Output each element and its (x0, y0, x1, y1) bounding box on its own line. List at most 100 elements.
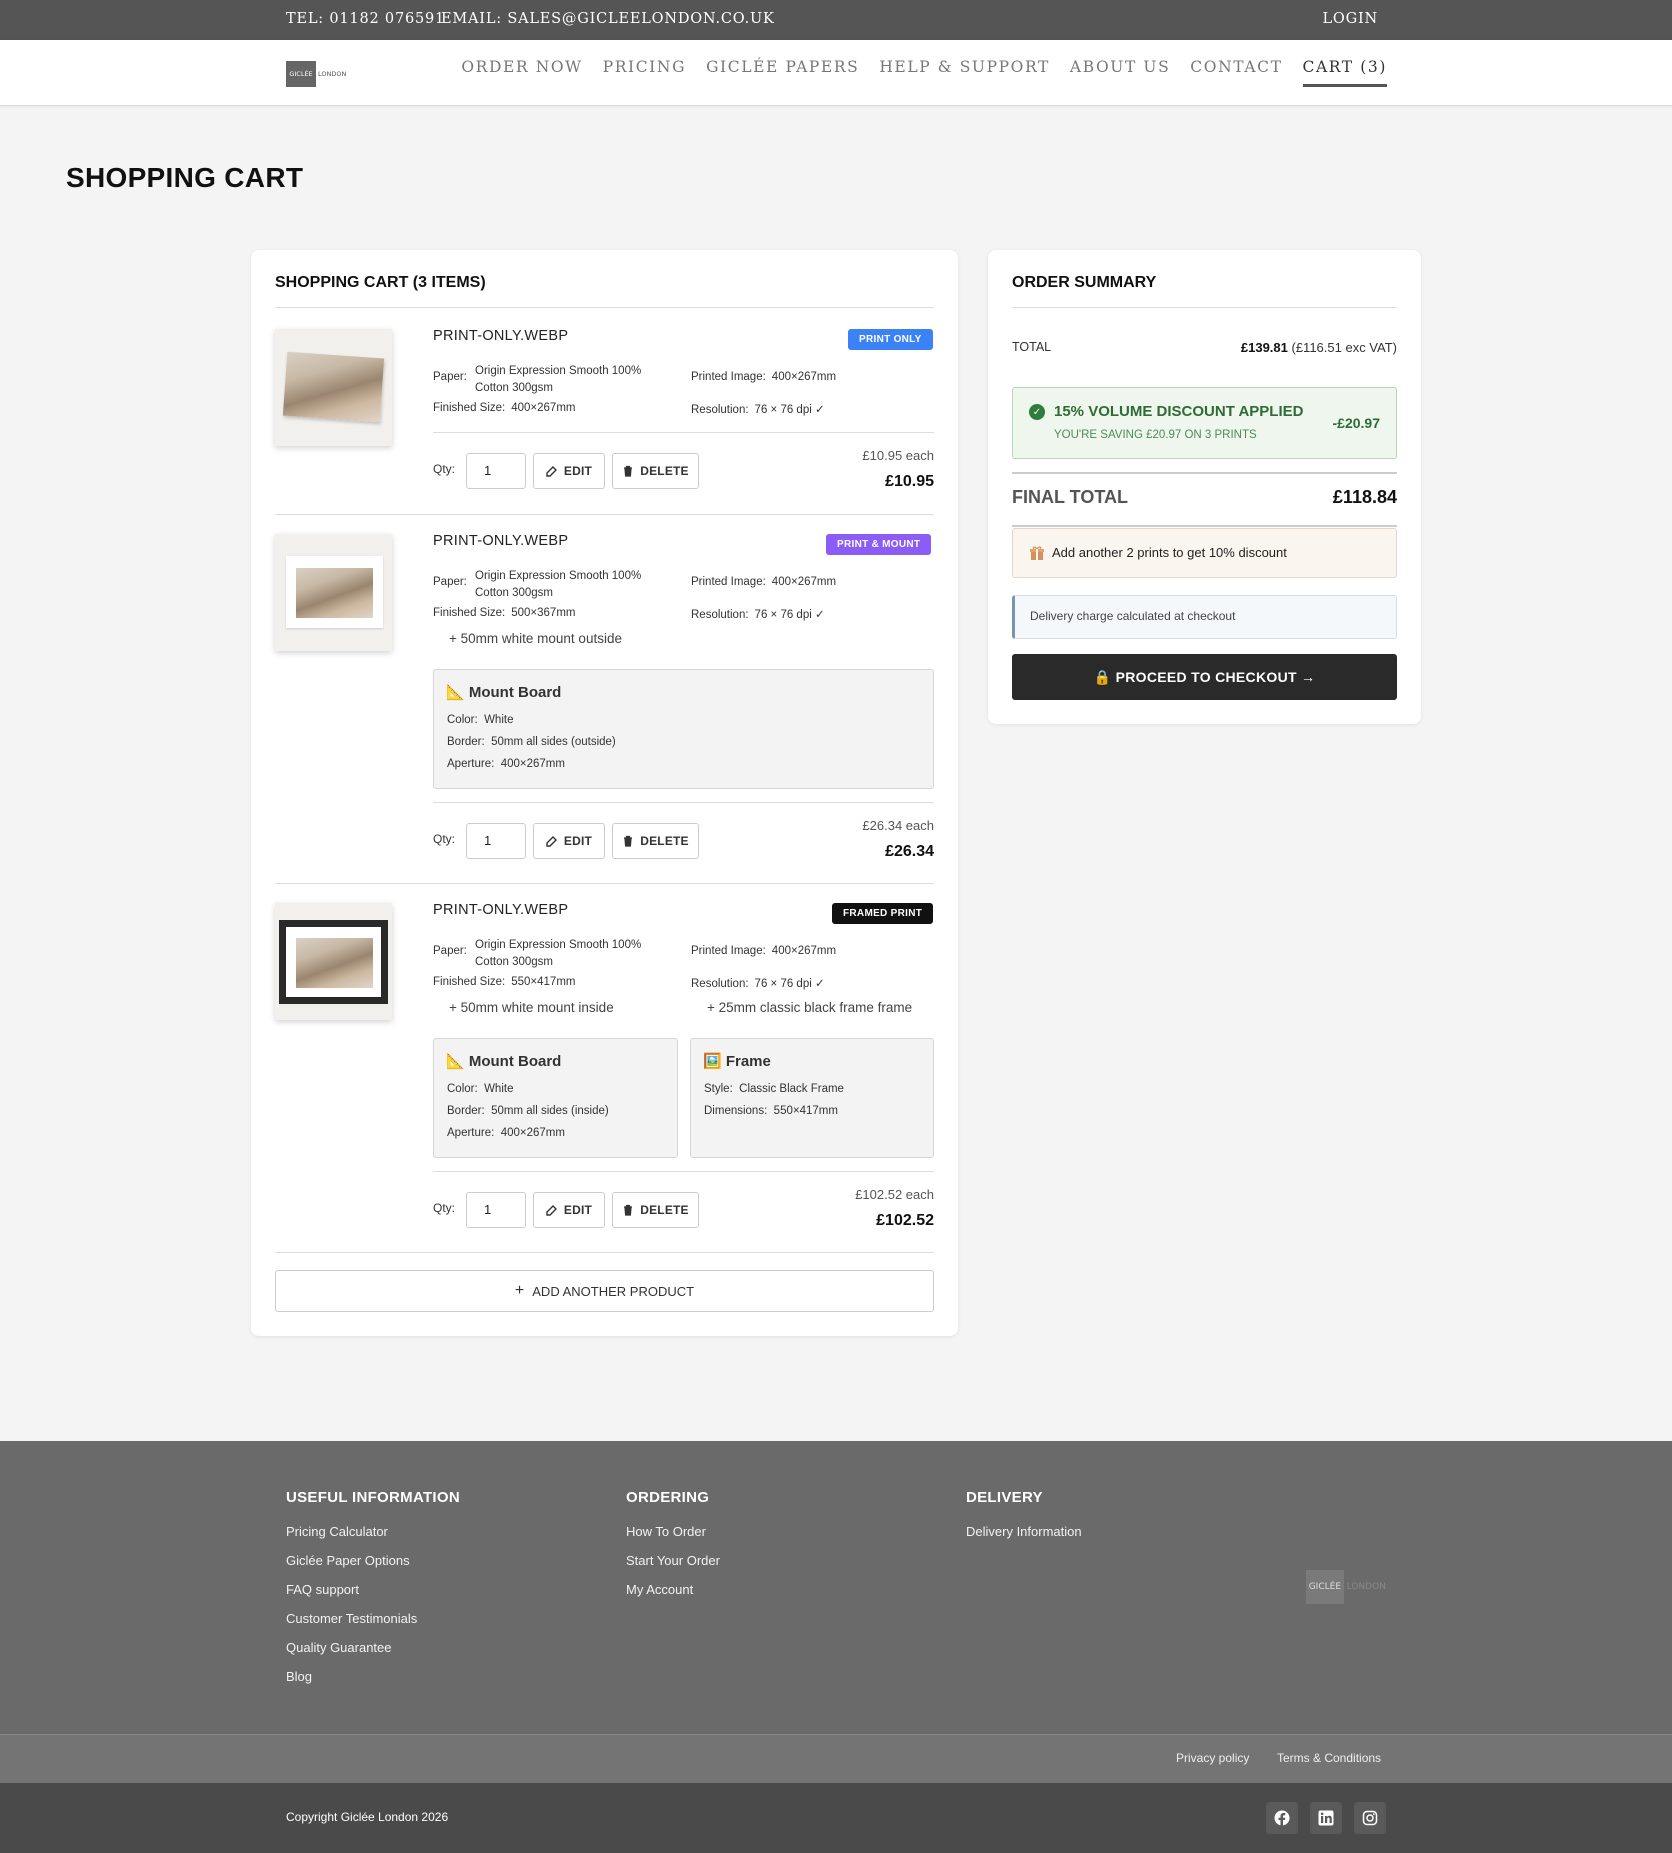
footer-link-delivery-information[interactable]: Delivery Information (966, 1524, 1082, 1553)
footer-link-blog[interactable]: Blog (286, 1669, 460, 1698)
nav-links: ORDER NOW PRICING GICLÉE PAPERS HELP & S… (441, 58, 1387, 87)
divider (275, 307, 934, 308)
quantity-input[interactable]: 1 (466, 1192, 526, 1228)
line-total: £102.52 (876, 1212, 934, 1229)
spec-paper: Paper: (433, 945, 467, 957)
item-thumbnail (275, 329, 392, 446)
spec-resolution: Resolution: 76 × 76 dpi ✓ (691, 609, 825, 621)
item-name: PRINT-ONLY.WEBP (433, 328, 569, 344)
delete-button[interactable]: DELETE (612, 453, 699, 489)
line-total: £10.95 (885, 473, 934, 490)
privacy-policy-link[interactable]: Privacy policy (1176, 1751, 1249, 1765)
mount-board-title: 📐 Mount Board (446, 684, 562, 701)
cart-panel: SHOPPING CART (3 ITEMS) PRINT-ONLY.WEBP … (251, 250, 958, 1336)
divider (433, 1171, 934, 1172)
discount-subtitle: YOU'RE SAVING £20.97 ON 3 PRINTS (1054, 429, 1257, 441)
footer-link-my-account[interactable]: My Account (626, 1582, 720, 1611)
spec-paper-value: Origin Expression Smooth 100% Cotton 300g… (475, 939, 642, 968)
footer-link-paper-options[interactable]: Giclée Paper Options (286, 1553, 460, 1582)
footer-logo[interactable]: GICLÉE LONDON (1306, 1570, 1386, 1604)
footer-link-how-to-order[interactable]: How To Order (626, 1524, 720, 1553)
footer-heading: DELIVERY (966, 1489, 1043, 1506)
spec-printed-image: Printed Image: 400×267mm (691, 371, 837, 383)
login-link[interactable]: LOGIN (1322, 11, 1378, 27)
footer-link-quality-guarantee[interactable]: Quality Guarantee (286, 1640, 460, 1669)
nav-help-support[interactable]: HELP & SUPPORT (879, 58, 1050, 87)
nav-pricing[interactable]: PRICING (603, 58, 686, 87)
site-logo[interactable]: GICLÉE LONDON (286, 61, 348, 87)
phone-number[interactable]: TEL: 01182 076591 (286, 11, 445, 27)
terms-link[interactable]: Terms & Conditions (1277, 1751, 1381, 1765)
top-bar: TEL: 01182 076591 EMAIL: SALES@GICLEELON… (0, 0, 1672, 40)
spec-paper: Paper: (433, 371, 467, 383)
proceed-to-checkout-button[interactable]: 🔒 PROCEED TO CHECKOUT → (1012, 654, 1397, 700)
spec-paper: Paper: (433, 576, 467, 588)
instagram-icon[interactable] (1354, 1802, 1386, 1834)
qty-label: Qty: (433, 1201, 456, 1215)
footer: USEFUL INFORMATION Pricing Calculator Gi… (0, 1441, 1672, 1734)
mount-aperture: Aperture: 400×267mm (447, 1127, 565, 1139)
volume-discount-banner: ✓ 15% VOLUME DISCOUNT APPLIED YOU'RE SAV… (1012, 387, 1397, 459)
unit-price: £26.34 each (862, 818, 934, 833)
nav-contact[interactable]: CONTACT (1190, 58, 1282, 87)
logo-mark: GICLÉE (1306, 1570, 1344, 1604)
linkedin-icon[interactable] (1310, 1802, 1342, 1834)
delete-button[interactable]: DELETE (612, 1192, 699, 1228)
divider (275, 883, 934, 884)
final-total-value: £118.84 (1332, 487, 1397, 507)
email-address[interactable]: EMAIL: SALES@GICLEELONDON.CO.UK (441, 11, 775, 27)
add-another-label: ADD ANOTHER PRODUCT (532, 1283, 695, 1299)
mount-board-details: 📐 Mount Board Color: White Border: 50mm … (433, 1038, 678, 1158)
spec-paper-value: Origin Expression Smooth 100% Cotton 300g… (475, 365, 642, 394)
mount-board-title: 📐 Mount Board (446, 1053, 562, 1070)
add-another-product-button[interactable]: + ADD ANOTHER PRODUCT (275, 1270, 934, 1312)
footer-useful-information: USEFUL INFORMATION Pricing Calculator Gi… (286, 1489, 460, 1698)
quantity-input[interactable]: 1 (466, 453, 526, 489)
delete-button[interactable]: DELETE (612, 823, 699, 859)
check-circle-icon: ✓ (1029, 404, 1045, 420)
divider (433, 432, 934, 433)
mount-note: + 50mm white mount outside (449, 631, 622, 646)
logo-mark: GICLÉE (286, 61, 316, 87)
promo-text: Add another 2 prints to get 10% discount (1052, 545, 1287, 560)
order-summary-panel: ORDER SUMMARY TOTAL £139.81 (£116.51 exc… (988, 250, 1421, 724)
footer-heading: USEFUL INFORMATION (286, 1489, 461, 1506)
legal-bar: Privacy policy Terms & Conditions (0, 1734, 1672, 1783)
footer-link-start-order[interactable]: Start Your Order (626, 1553, 720, 1582)
frame-title: 🖼️ Frame (703, 1053, 771, 1070)
nav-giclee-papers[interactable]: GICLÉE PAPERS (706, 58, 859, 87)
facebook-icon[interactable] (1266, 1802, 1298, 1834)
divider (1012, 525, 1397, 527)
footer-link-pricing-calculator[interactable]: Pricing Calculator (286, 1524, 460, 1553)
spec-finished-size: Finished Size: 500×367mm (433, 607, 576, 619)
page-title: SHOPPING CART (66, 162, 304, 193)
nav-cart[interactable]: CART (3) (1302, 58, 1387, 87)
spec-finished-size: Finished Size: 550×417mm (433, 976, 576, 988)
unit-price: £10.95 each (862, 448, 934, 463)
logo-text: LONDON (318, 70, 347, 78)
edit-icon (546, 466, 557, 477)
qty-label: Qty: (433, 832, 456, 846)
spec-resolution: Resolution: 76 × 76 dpi ✓ (691, 404, 825, 416)
edit-button[interactable]: EDIT (533, 1192, 605, 1228)
mount-color: Color: White (447, 714, 514, 726)
footer-link-testimonials[interactable]: Customer Testimonials (286, 1611, 460, 1640)
spec-resolution: Resolution: 76 × 76 dpi ✓ (691, 978, 825, 990)
spec-printed-image: Printed Image: 400×267mm (691, 576, 837, 588)
frame-note: + 25mm classic black frame frame (707, 1000, 913, 1015)
discount-title: 15% VOLUME DISCOUNT APPLIED (1054, 403, 1304, 420)
line-total: £26.34 (885, 843, 934, 860)
artwork-image (296, 568, 373, 618)
footer-link-faq[interactable]: FAQ support (286, 1582, 460, 1611)
divider (275, 1252, 934, 1253)
quantity-input[interactable]: 1 (466, 823, 526, 859)
product-type-badge: PRINT ONLY (848, 329, 933, 350)
edit-button[interactable]: EDIT (533, 453, 605, 489)
edit-button[interactable]: EDIT (533, 823, 605, 859)
nav-order-now[interactable]: ORDER NOW (461, 58, 582, 87)
item-thumbnail (275, 903, 392, 1020)
edit-icon (546, 1205, 557, 1216)
nav-about-us[interactable]: ABOUT US (1070, 58, 1170, 87)
discount-promo: Add another 2 prints to get 10% discount (1012, 528, 1397, 578)
item-name: PRINT-ONLY.WEBP (433, 533, 569, 549)
